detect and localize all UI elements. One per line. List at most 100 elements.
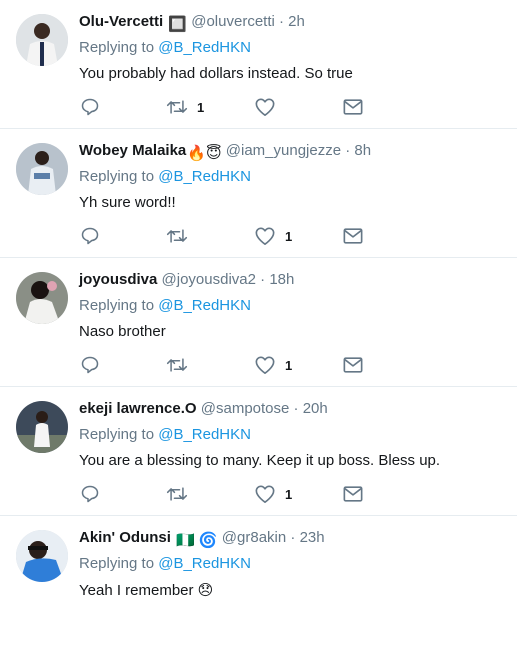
- retweet-button[interactable]: [166, 225, 197, 247]
- timestamp[interactable]: 20h: [303, 400, 328, 417]
- tweet-actions: 1: [0, 483, 517, 507]
- tweet-item[interactable]: Olu-Vercetti 🔲 @oluvercetti · 2h Replyin…: [0, 0, 517, 129]
- tweet-header: Akin' Odunsi 🇳🇬 🌀 @gr8akin · 23h: [79, 529, 325, 550]
- separator-dot: ·: [279, 13, 284, 30]
- avatar-image: [16, 530, 68, 582]
- user-handle[interactable]: @iam_yungjezze: [226, 142, 341, 159]
- tweet-actions: 1: [0, 354, 517, 378]
- avatar[interactable]: [16, 14, 68, 66]
- separator-dot: ·: [345, 142, 351, 159]
- tweet-actions: 1: [0, 225, 517, 249]
- name-emoji: 🇳🇬 🌀: [176, 532, 218, 549]
- like-button[interactable]: 1: [254, 354, 292, 376]
- timestamp[interactable]: 2h: [288, 13, 305, 30]
- verified-symbol: 🔲: [168, 16, 188, 33]
- reply-button[interactable]: [80, 96, 109, 118]
- replying-label: Replying to: [79, 426, 155, 443]
- separator-dot: ·: [260, 271, 266, 288]
- tweet-header: Wobey Malaika🔥😇 @iam_yungjezze · 8h: [79, 142, 371, 163]
- direct-message-button[interactable]: [343, 354, 363, 376]
- tweet-item[interactable]: ekeji lawrence.O @sampotose · 20h Replyi…: [0, 387, 517, 516]
- replying-to: Replying to @B_RedHKN: [79, 555, 251, 572]
- direct-message-button[interactable]: [343, 96, 363, 118]
- replying-label: Replying to: [79, 168, 155, 185]
- tweet-text: Yh sure word!!: [79, 194, 176, 211]
- tweet-actions: 1: [0, 96, 517, 120]
- avatar-image: [16, 14, 68, 66]
- avatar-image: [16, 401, 68, 453]
- retweet-button[interactable]: [166, 483, 197, 505]
- like-button[interactable]: 1: [254, 483, 292, 505]
- replying-label: Replying to: [79, 555, 155, 572]
- mention-link[interactable]: @B_RedHKN: [158, 39, 251, 56]
- name-emoji: 🔥😇: [187, 145, 222, 162]
- user-handle[interactable]: @sampotose: [201, 400, 290, 417]
- display-name[interactable]: joyousdiva: [79, 271, 157, 288]
- reply-icon: [81, 485, 99, 503]
- separator-dot: ·: [290, 529, 296, 546]
- tweet-text: Naso brother: [79, 323, 166, 340]
- retweet-icon: [166, 487, 188, 501]
- tweet-item[interactable]: Wobey Malaika🔥😇 @iam_yungjezze · 8h Repl…: [0, 129, 517, 258]
- reply-button[interactable]: [80, 354, 109, 376]
- like-count: 1: [285, 357, 293, 373]
- tweet-text: You are a blessing to many. Keep it up b…: [79, 452, 441, 469]
- retweet-icon: [166, 229, 188, 243]
- like-count: 1: [285, 228, 293, 244]
- heart-icon: [255, 356, 275, 374]
- replying-to: Replying to @B_RedHKN: [79, 168, 251, 185]
- direct-message-button[interactable]: [343, 225, 363, 247]
- replying-label: Replying to: [79, 297, 155, 314]
- user-handle[interactable]: @gr8akin: [222, 529, 286, 546]
- replying-to: Replying to @B_RedHKN: [79, 426, 251, 443]
- avatar[interactable]: [16, 272, 68, 324]
- reply-icon: [81, 98, 99, 116]
- mention-link[interactable]: @B_RedHKN: [158, 426, 251, 443]
- mention-link[interactable]: @B_RedHKN: [158, 555, 251, 572]
- direct-message-icon: [343, 357, 363, 373]
- timestamp[interactable]: 18h: [269, 271, 294, 288]
- retweet-count: 1: [197, 99, 205, 115]
- mention-link[interactable]: @B_RedHKN: [158, 168, 251, 185]
- avatar[interactable]: [16, 401, 68, 453]
- tweet-header: Olu-Vercetti 🔲 @oluvercetti · 2h: [79, 13, 305, 34]
- tweet-header: joyousdiva @joyousdiva2 · 18h: [79, 271, 294, 289]
- direct-message-button[interactable]: [343, 483, 363, 505]
- heart-icon: [255, 485, 275, 503]
- retweet-button[interactable]: 1: [166, 96, 204, 118]
- tweet-text: You probably had dollars instead. So tru…: [79, 65, 353, 82]
- like-button[interactable]: [254, 96, 285, 118]
- reply-button[interactable]: [80, 483, 109, 505]
- tweet-header: ekeji lawrence.O @sampotose · 20h: [79, 400, 328, 418]
- tweet-text: Yeah I remember 😞: [79, 582, 214, 599]
- display-name[interactable]: Akin' Odunsi: [79, 529, 171, 546]
- like-button[interactable]: 1: [254, 225, 292, 247]
- reply-icon: [81, 356, 99, 374]
- avatar-image: [16, 272, 68, 324]
- reply-button[interactable]: [80, 225, 109, 247]
- timestamp[interactable]: 23h: [300, 529, 325, 546]
- user-handle[interactable]: @joyousdiva2: [162, 271, 256, 288]
- avatar[interactable]: [16, 143, 68, 195]
- reply-feed: Olu-Vercetti 🔲 @oluvercetti · 2h Replyin…: [0, 0, 517, 618]
- avatar[interactable]: [16, 530, 68, 582]
- replying-to: Replying to @B_RedHKN: [79, 39, 251, 56]
- tweet-item[interactable]: joyousdiva @joyousdiva2 · 18h Replying t…: [0, 258, 517, 387]
- user-handle[interactable]: @oluvercetti: [191, 13, 275, 30]
- direct-message-icon: [343, 228, 363, 244]
- replying-to: Replying to @B_RedHKN: [79, 297, 251, 314]
- retweet-icon: [166, 358, 188, 372]
- like-count: 1: [285, 486, 293, 502]
- retweet-button[interactable]: [166, 354, 197, 376]
- display-name[interactable]: Wobey Malaika: [79, 142, 186, 159]
- tweet-item[interactable]: Akin' Odunsi 🇳🇬 🌀 @gr8akin · 23h Replyin…: [0, 516, 517, 645]
- heart-icon: [255, 98, 275, 116]
- timestamp[interactable]: 8h: [354, 142, 371, 159]
- reply-icon: [81, 227, 99, 245]
- direct-message-icon: [343, 486, 363, 502]
- mention-link[interactable]: @B_RedHKN: [158, 297, 251, 314]
- retweet-icon: [166, 100, 188, 114]
- direct-message-icon: [343, 99, 363, 115]
- display-name[interactable]: ekeji lawrence.O: [79, 400, 197, 417]
- display-name[interactable]: Olu-Vercetti: [79, 13, 163, 30]
